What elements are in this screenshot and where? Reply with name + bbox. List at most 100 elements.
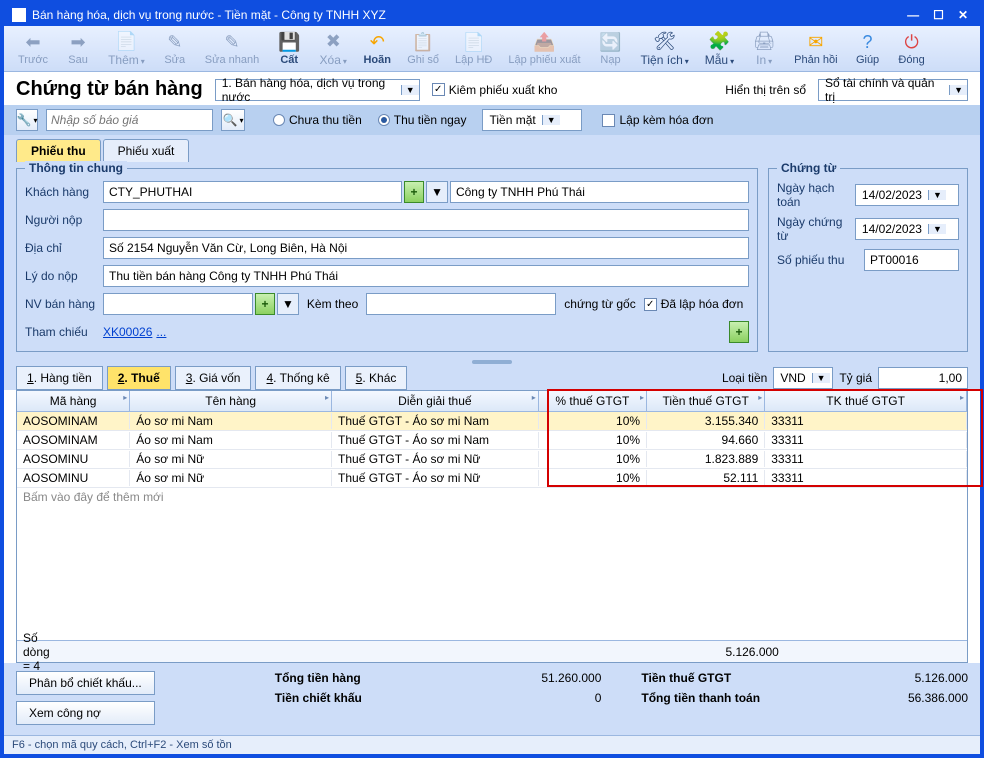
export-slip-button[interactable]: 📤Lập phiếu xuất [500, 29, 588, 68]
search-button[interactable]: 🔍▾ [221, 109, 245, 131]
invoice-icon: 📄 [463, 31, 485, 53]
help-button[interactable]: ?Giúp [846, 29, 890, 68]
chevron-down-icon[interactable]: ▼ [277, 293, 299, 315]
tab-phieu-xuat[interactable]: Phiếu xuất [103, 139, 190, 162]
add-customer-button[interactable]: + [404, 181, 424, 203]
table-row[interactable]: AOSOMINAMÁo sơ mi NamThuế GTGT - Áo sơ m… [17, 431, 967, 450]
allocate-discount-button[interactable]: Phân bổ chiết khấu... [16, 671, 155, 695]
pin-icon: ▸ [532, 393, 536, 402]
calendar-icon: ▼ [928, 224, 946, 234]
col-ma-hang[interactable]: Mã hàng▸ [17, 391, 130, 411]
undo-button[interactable]: ↶Hoãn [355, 29, 399, 68]
reason-input[interactable] [103, 265, 749, 287]
reload-icon: 🔄 [600, 31, 622, 53]
collect-now-radio[interactable]: Thu tiền ngay [378, 113, 467, 127]
reload-button[interactable]: 🔄Nạp [589, 29, 633, 68]
payment-method-dropdown[interactable]: Tiền mặt▼ [482, 109, 582, 131]
col-tien-thue[interactable]: Tiền thuế GTGT▸ [647, 391, 765, 411]
reference-link[interactable]: XK00026 [103, 325, 152, 339]
add-reference-button[interactable]: + [729, 321, 749, 343]
tab-thue[interactable]: 2. Thuế [107, 366, 171, 390]
total-goods-value: 51.260.000 [501, 671, 601, 685]
chevron-down-icon: ▼ [542, 115, 560, 125]
pin-icon: ▸ [123, 393, 127, 402]
display-book-dropdown[interactable]: Sổ tài chính và quản trị▼ [818, 79, 968, 101]
edit-icon: ✎ [164, 31, 186, 53]
checkbox-checked-icon: ✓ [644, 298, 657, 311]
edit-button[interactable]: ✎Sửa [153, 29, 197, 68]
tab-hang-tien[interactable]: 1. Hàng tiền [16, 366, 103, 390]
delete-button[interactable]: ✖Xóa▾ [311, 28, 355, 69]
currency-dropdown[interactable]: VND▼ [773, 367, 833, 389]
rate-input[interactable] [878, 367, 968, 389]
table-row[interactable]: AOSOMINUÁo sơ mi NữThuế GTGT - Áo sơ mi … [17, 469, 967, 488]
col-dien-giai[interactable]: Diễn giải thuế▸ [332, 391, 539, 411]
maximize-button[interactable]: ☐ [929, 8, 948, 22]
sale-type-dropdown[interactable]: 1. Bán hàng hóa, dịch vụ trong nước▼ [215, 79, 420, 101]
power-icon: ⏻ [901, 31, 923, 53]
feedback-button[interactable]: ✉Phản hồi [786, 29, 845, 68]
close-tool-button[interactable]: ⏻Đóng [890, 29, 934, 68]
add-salesperson-button[interactable]: + [255, 293, 275, 315]
pin-icon: ▸ [960, 393, 964, 402]
export-icon: 📤 [533, 31, 555, 53]
attachment-input[interactable] [366, 293, 556, 315]
app-icon [12, 8, 26, 22]
record-button[interactable]: 📋Ghi sổ [399, 29, 447, 68]
feedback-icon: ✉ [805, 31, 827, 53]
col-ten-hang[interactable]: Tên hàng▸ [130, 391, 332, 411]
tab-khac[interactable]: 5. Khác [345, 366, 408, 390]
chevron-down-icon[interactable]: ▼ [426, 181, 448, 203]
add-button[interactable]: 📄Thêm▾ [100, 28, 153, 69]
da-lap-hd-checkbox[interactable]: ✓ Đã lập hóa đơn [644, 297, 744, 311]
payer-input[interactable] [103, 209, 749, 231]
tab-gia-von[interactable]: 3. Giá vốn [175, 366, 252, 390]
splitter[interactable] [4, 358, 980, 366]
reference-more-link[interactable]: ... [156, 325, 166, 339]
plus-icon: + [261, 297, 268, 311]
customer-name-input[interactable] [450, 181, 749, 203]
accounting-date-input[interactable]: 14/02/2023▼ [855, 184, 959, 206]
print-button[interactable]: 🖨In▾ [742, 28, 786, 69]
print-icon: 🖨 [753, 30, 775, 52]
minimize-button[interactable]: — [903, 8, 923, 22]
sum-tax: 5.126.000 [669, 645, 785, 659]
add-row-hint[interactable]: Bấm vào đây để thêm mới [17, 488, 967, 506]
tab-thong-ke[interactable]: 4. Thống kê [255, 366, 340, 390]
kiem-phieu-checkbox[interactable]: ✓ Kiêm phiếu xuất kho [432, 83, 558, 97]
table-row[interactable]: AOSOMINAMÁo sơ mi NamThuế GTGT - Áo sơ m… [17, 412, 967, 431]
total-tax-value: 5.126.000 [868, 671, 968, 685]
lapkem-checkbox[interactable]: Lập kèm hóa đơn [602, 113, 713, 127]
not-collected-radio[interactable]: Chưa thu tiền [273, 113, 362, 127]
ledger-icon: 📋 [412, 31, 434, 53]
tab-phieu-thu[interactable]: Phiếu thu [16, 139, 101, 162]
table-row[interactable]: AOSOMINUÁo sơ mi NữThuế GTGT - Áo sơ mi … [17, 450, 967, 469]
col-tk-thue[interactable]: TK thuế GTGT▸ [765, 391, 967, 411]
utilities-button[interactable]: 🛠Tiện ích▾ [633, 28, 697, 69]
document-date-input[interactable]: 14/02/2023▼ [855, 218, 959, 240]
plus-icon: + [735, 325, 742, 339]
receipt-number-input[interactable] [864, 249, 959, 271]
undo-icon: ↶ [366, 31, 388, 53]
salesperson-input[interactable] [103, 293, 253, 315]
customer-code-input[interactable] [103, 181, 402, 203]
save-button[interactable]: 💾Cất [267, 29, 311, 68]
prev-button[interactable]: ⬅Trước [10, 29, 56, 68]
quote-search-input[interactable] [46, 109, 213, 131]
address-input[interactable] [103, 237, 749, 259]
col-pthue[interactable]: % thuế GTGT▸ [539, 391, 647, 411]
invoice-button[interactable]: 📄Lập HĐ [447, 29, 500, 68]
next-button[interactable]: ➡Sau [56, 29, 100, 68]
delete-icon: ✖ [322, 30, 344, 52]
settings-dropdown[interactable]: 🔧▾ [16, 109, 38, 131]
arrow-right-icon: ➡ [67, 31, 89, 53]
close-button[interactable]: ✕ [954, 8, 972, 22]
window-title: Bán hàng hóa, dịch vụ trong nước - Tiền … [32, 8, 386, 22]
checkbox-checked-icon: ✓ [432, 83, 445, 96]
view-debt-button[interactable]: Xem công nợ [16, 701, 155, 725]
calendar-icon: ▼ [928, 190, 946, 200]
quick-edit-button[interactable]: ✎Sửa nhanh [197, 29, 267, 68]
template-button[interactable]: 🧩Mẫu▾ [697, 28, 742, 69]
search-icon: 🔍 [223, 113, 238, 127]
template-icon: 🧩 [708, 30, 730, 52]
